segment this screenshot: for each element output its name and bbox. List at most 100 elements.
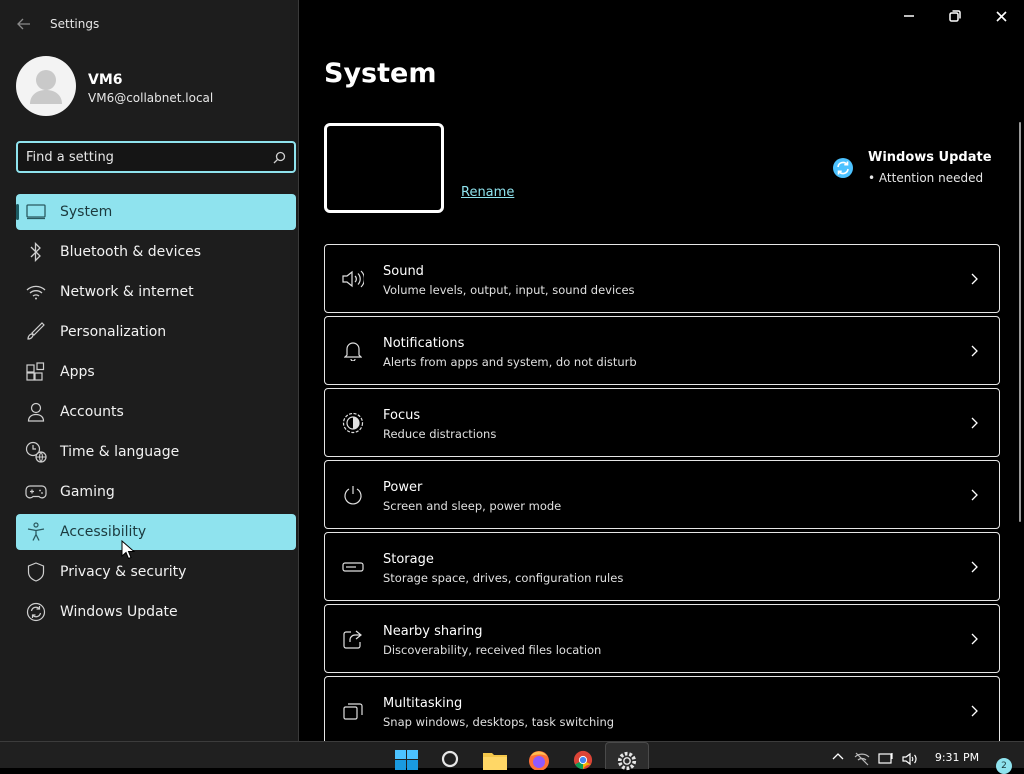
card-description: Discoverability, received files location: [383, 643, 602, 657]
user-profile[interactable]: VM6 VM6@collabnet.local: [16, 56, 286, 118]
sidebar-item-windows-update[interactable]: Windows Update: [16, 594, 296, 630]
clock-globe-icon: [24, 440, 48, 464]
sidebar-item-accounts[interactable]: Accounts: [16, 394, 296, 430]
bluetooth-icon: [24, 240, 48, 264]
card-title: Storage: [383, 552, 434, 567]
card-description: Alerts from apps and system, do not dist…: [383, 355, 637, 369]
person-icon: [24, 400, 48, 424]
search-box[interactable]: [16, 141, 296, 173]
card-description: Volume levels, output, input, sound devi…: [383, 283, 635, 297]
show-hidden-icons-button[interactable]: [826, 742, 850, 769]
search-icon[interactable]: [264, 143, 294, 171]
card-title: Power: [383, 480, 423, 495]
rename-link[interactable]: Rename: [461, 185, 514, 200]
multitask-icon: [341, 699, 365, 723]
sidebar-item-label: Gaming: [60, 484, 115, 500]
chevron-up-icon: [832, 753, 844, 760]
volume-button[interactable]: [898, 742, 922, 769]
main-content: System Rename Windows Update • Attention…: [300, 0, 1024, 745]
settings-taskbar-button[interactable]: [605, 742, 649, 771]
system-tray: 9:31 PM 2: [826, 742, 1024, 774]
card-focus[interactable]: Focus Reduce distractions: [324, 388, 1000, 457]
firefox-icon: [529, 751, 549, 770]
title-bar: Settings: [0, 0, 299, 48]
sidebar-item-system[interactable]: System: [16, 194, 296, 230]
sidebar-item-label: Accounts: [60, 404, 124, 420]
card-power[interactable]: Power Screen and sleep, power mode: [324, 460, 1000, 529]
volume-icon: [902, 752, 917, 766]
sidebar-item-label: Time & language: [60, 444, 180, 460]
gear-icon: [617, 751, 637, 771]
sidebar-item-accessibility[interactable]: Accessibility: [16, 514, 296, 550]
card-nearby-sharing[interactable]: Nearby sharing Discoverability, received…: [324, 604, 1000, 673]
notification-badge[interactable]: 2: [996, 758, 1012, 774]
close-button[interactable]: [978, 0, 1024, 32]
card-sound[interactable]: Sound Volume levels, output, input, soun…: [324, 244, 1000, 313]
folder-icon: [483, 753, 507, 770]
monitor-icon: [24, 200, 48, 224]
apps-icon: [24, 360, 48, 384]
sidebar-item-label: Bluetooth & devices: [60, 244, 202, 260]
restore-icon: [949, 10, 961, 22]
card-title: Multitasking: [383, 696, 463, 711]
search-input[interactable]: [26, 149, 264, 165]
taskbar-clock[interactable]: 9:31 PM: [922, 742, 992, 764]
brush-icon: [24, 320, 48, 344]
firefox-button[interactable]: [517, 742, 561, 770]
user-name: VM6: [88, 72, 123, 88]
network-status-button[interactable]: [850, 742, 874, 769]
chevron-right-icon: [967, 415, 981, 431]
card-storage[interactable]: Storage Storage space, drives, configura…: [324, 532, 1000, 601]
sidebar-item-privacy-security[interactable]: Privacy & security: [16, 554, 296, 590]
chevron-right-icon: [967, 343, 981, 359]
start-button[interactable]: [385, 742, 429, 770]
network-disconnected-icon: [854, 752, 870, 766]
sidebar-item-gaming[interactable]: Gaming: [16, 474, 296, 510]
windows-update-substatus: • Attention needed: [868, 171, 984, 185]
sidebar-nav: System Bluetooth & devices Network & int…: [16, 194, 296, 634]
mouse-cursor-icon: [121, 540, 135, 560]
card-notifications[interactable]: Notifications Alerts from apps and syste…: [324, 316, 1000, 385]
card-title: Sound: [383, 264, 424, 279]
chrome-button[interactable]: [561, 742, 605, 770]
sidebar-item-time-language[interactable]: Time & language: [16, 434, 296, 470]
taskbar: 9:31 PM 2: [0, 741, 1024, 774]
card-description: Snap windows, desktops, task switching: [383, 715, 615, 729]
chevron-right-icon: [967, 631, 981, 647]
search-icon: [441, 750, 459, 768]
back-button[interactable]: [12, 12, 36, 36]
scrollbar[interactable]: [1019, 122, 1021, 522]
card-multitasking[interactable]: Multitasking Snap windows, desktops, tas…: [324, 676, 1000, 745]
minimize-button[interactable]: [886, 0, 932, 32]
card-title: Notifications: [383, 336, 465, 351]
person-placeholder-icon: [30, 70, 62, 104]
avatar[interactable]: [16, 56, 76, 116]
sync-icon: [833, 158, 853, 178]
bell-icon: [341, 339, 365, 363]
sidebar-item-label: Apps: [60, 364, 95, 380]
app-title: Settings: [50, 17, 100, 31]
taskbar-apps: [385, 742, 649, 771]
windows-logo-icon: [395, 750, 418, 770]
display-icon: [878, 753, 893, 764]
sidebar-item-network[interactable]: Network & internet: [16, 274, 296, 310]
speaker-icon: [341, 267, 365, 291]
chevron-right-icon: [967, 271, 981, 287]
restore-button[interactable]: [932, 0, 978, 32]
card-title: Focus: [383, 408, 421, 423]
chevron-right-icon: [967, 487, 981, 503]
sidebar-item-apps[interactable]: Apps: [16, 354, 296, 390]
close-icon: [995, 10, 1007, 22]
file-explorer-button[interactable]: [473, 742, 517, 770]
sidebar-item-bluetooth[interactable]: Bluetooth & devices: [16, 234, 296, 270]
taskbar-search-button[interactable]: [429, 742, 473, 769]
display-status-button[interactable]: [874, 742, 898, 769]
page-title: System: [324, 58, 437, 89]
chrome-icon: [573, 750, 593, 770]
windows-update-status[interactable]: Windows Update • Attention needed: [831, 150, 992, 190]
power-icon: [341, 483, 365, 507]
card-description: Storage space, drives, configuration rul…: [383, 571, 624, 585]
accessibility-icon: [24, 520, 48, 544]
sidebar-item-personalization[interactable]: Personalization: [16, 314, 296, 350]
window-controls: [886, 0, 1024, 32]
